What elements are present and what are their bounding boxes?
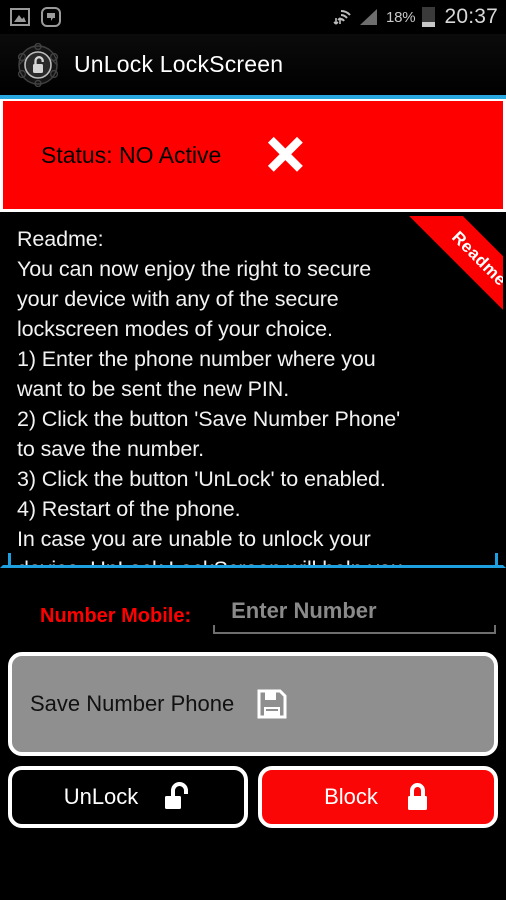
app-screen: 18% 20:37 UnLock LockScreen Status: NO A… (0, 0, 506, 900)
status-bar: 18% 20:37 (0, 0, 506, 34)
wifi-transfer-icon (333, 9, 351, 25)
status-bar-clock: 20:37 (444, 5, 498, 28)
open-padlock-icon (165, 782, 189, 809)
input-underline-tick-right (494, 625, 496, 634)
unlock-padlock-app-icon (16, 42, 60, 87)
readme-body: Readme: You can now enjoy the right to s… (17, 227, 403, 565)
bottom-button-row: UnLock Block (0, 756, 506, 858)
block-button[interactable]: Block (258, 766, 498, 828)
battery-percent-label: 18% (386, 8, 416, 26)
number-mobile-label: Number Mobile: (40, 605, 192, 627)
unlock-button-label: UnLock (63, 784, 139, 809)
battery-low-icon (422, 7, 436, 27)
status-banner-frame: Status: NO Active (0, 99, 506, 212)
page-title: UnLock LockScreen (74, 51, 284, 77)
save-button-label: Save Number Phone (30, 691, 235, 716)
closed-padlock-icon (407, 783, 427, 810)
unlock-button[interactable]: UnLock (8, 766, 248, 828)
media-player-icon (41, 7, 61, 27)
gallery-icon (10, 8, 30, 26)
floppy-disk-save-icon (257, 689, 287, 719)
block-button-label: Block (324, 784, 378, 809)
app-title-bar: UnLock LockScreen (0, 34, 506, 99)
status-bar-left-icons (10, 7, 61, 27)
x-mark-icon (268, 136, 304, 172)
number-input-wrapper (213, 598, 496, 634)
status-bar-right-icons: 18% 20:37 (330, 5, 498, 29)
number-mobile-row: Number Mobile: (0, 568, 506, 646)
input-underline-tick-left (213, 625, 216, 634)
cell-signal-icon (360, 9, 377, 25)
status-text: Status: NO Active (41, 141, 222, 168)
status-banner: Status: NO Active (3, 101, 503, 209)
readme-panel[interactable]: Readme: You can now enjoy the right to s… (0, 216, 506, 568)
number-input[interactable] (213, 598, 496, 634)
save-number-phone-button[interactable]: Save Number Phone (8, 652, 498, 756)
